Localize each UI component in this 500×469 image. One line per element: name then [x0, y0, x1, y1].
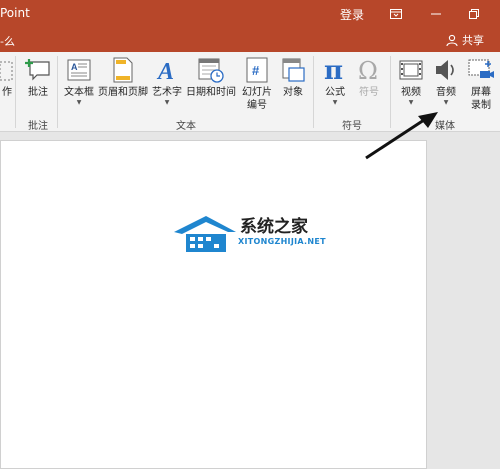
slide-canvas[interactable]: [0, 140, 427, 469]
chevron-down-icon: ▼: [443, 99, 449, 106]
slide-number-label-2: 编号: [247, 100, 267, 111]
restore-icon: [469, 9, 479, 19]
audio-button[interactable]: 音频 ▼: [431, 56, 461, 106]
svg-text:Ω: Ω: [358, 57, 378, 83]
chevron-down-icon: ▼: [164, 99, 170, 106]
ribbon-display-icon: [390, 9, 402, 19]
screen-recording-label-2: 录制: [471, 100, 491, 111]
watermark-title: 系统之家: [240, 217, 308, 237]
share-button[interactable]: 共享: [446, 32, 484, 48]
object-button[interactable]: 对象: [278, 56, 308, 99]
tell-me-search[interactable]: -么: [0, 33, 15, 49]
wordart-label: 艺术字: [152, 87, 182, 98]
equation-label: 公式: [325, 87, 345, 98]
object-label: 对象: [283, 87, 303, 98]
svg-text:A: A: [156, 59, 174, 83]
person-icon: [446, 34, 458, 46]
ribbon-display-options-button[interactable]: [378, 0, 414, 28]
minimize-icon: [431, 13, 441, 15]
slide-number-button[interactable]: # 幻灯片 编号: [242, 56, 272, 112]
title-bar: Point 登录: [0, 0, 500, 28]
wordart-button[interactable]: A 艺术字 ▼: [152, 56, 182, 106]
symbol-label: 符号: [359, 87, 379, 98]
restore-button[interactable]: [456, 0, 492, 28]
share-label: 共享: [462, 34, 484, 47]
watermark-logo: 系统之家 XITONGZHIJIA.NET: [172, 212, 332, 268]
annotation-arrow-icon: [365, 112, 438, 160]
pi-icon: π: [324, 57, 343, 83]
login-link[interactable]: 登录: [340, 6, 364, 23]
svg-text:A: A: [71, 62, 78, 72]
datetime-label: 日期和时间: [186, 87, 236, 98]
object-icon: [282, 58, 305, 82]
header-footer-label: 页眉和页脚: [98, 87, 148, 98]
svg-text:#: #: [252, 63, 260, 78]
omega-icon: Ω: [358, 57, 378, 83]
minimize-button[interactable]: [418, 0, 454, 28]
textbox-label: 文本框: [64, 87, 94, 98]
text-group-label: 文本: [176, 121, 196, 132]
placeholder-icon: [0, 61, 13, 81]
audio-label: 音频: [436, 87, 456, 98]
datetime-button[interactable]: 日期和时间: [186, 56, 236, 99]
equation-button[interactable]: π 公式 ▼: [320, 56, 350, 106]
chevron-down-icon: ▼: [408, 99, 414, 106]
screen-record-icon: [468, 59, 494, 78]
header-footer-icon: [113, 57, 133, 83]
chevron-down-icon: ▼: [332, 99, 338, 106]
comment-button[interactable]: 批注: [23, 56, 53, 99]
prev-group-button[interactable]: 作: [0, 56, 22, 99]
slide-number-icon: #: [246, 57, 268, 83]
house-logo-icon: [174, 216, 236, 252]
wordart-icon: A: [156, 59, 174, 83]
symbol-button[interactable]: Ω 符号: [354, 56, 384, 99]
symbols-group-label: 符号: [342, 121, 362, 132]
screen-recording-label-1: 屏幕: [471, 87, 491, 98]
app-title: Point: [0, 6, 30, 20]
video-label: 视频: [401, 87, 421, 98]
new-comment-icon: [25, 59, 50, 81]
slide-number-label-1: 幻灯片: [242, 87, 272, 98]
comments-group-label: 批注: [28, 121, 48, 132]
svg-text:π: π: [324, 57, 343, 83]
textbox-icon: A: [67, 59, 91, 81]
speaker-icon: [436, 60, 454, 80]
chevron-down-icon: ▼: [76, 99, 82, 106]
tell-me-bar: -么 共享: [0, 28, 500, 52]
screen-recording-button[interactable]: 屏幕 录制: [466, 56, 496, 112]
watermark-subtitle: XITONGZHIJIA.NET: [238, 237, 326, 246]
film-icon: [399, 60, 423, 80]
video-button[interactable]: 视频 ▼: [396, 56, 426, 106]
textbox-button[interactable]: A 文本框 ▼: [64, 56, 94, 106]
comment-label: 批注: [28, 87, 48, 98]
prev-button-label: 作: [2, 87, 12, 98]
calendar-clock-icon: [198, 58, 224, 83]
header-footer-button[interactable]: 页眉和页脚: [98, 56, 148, 99]
